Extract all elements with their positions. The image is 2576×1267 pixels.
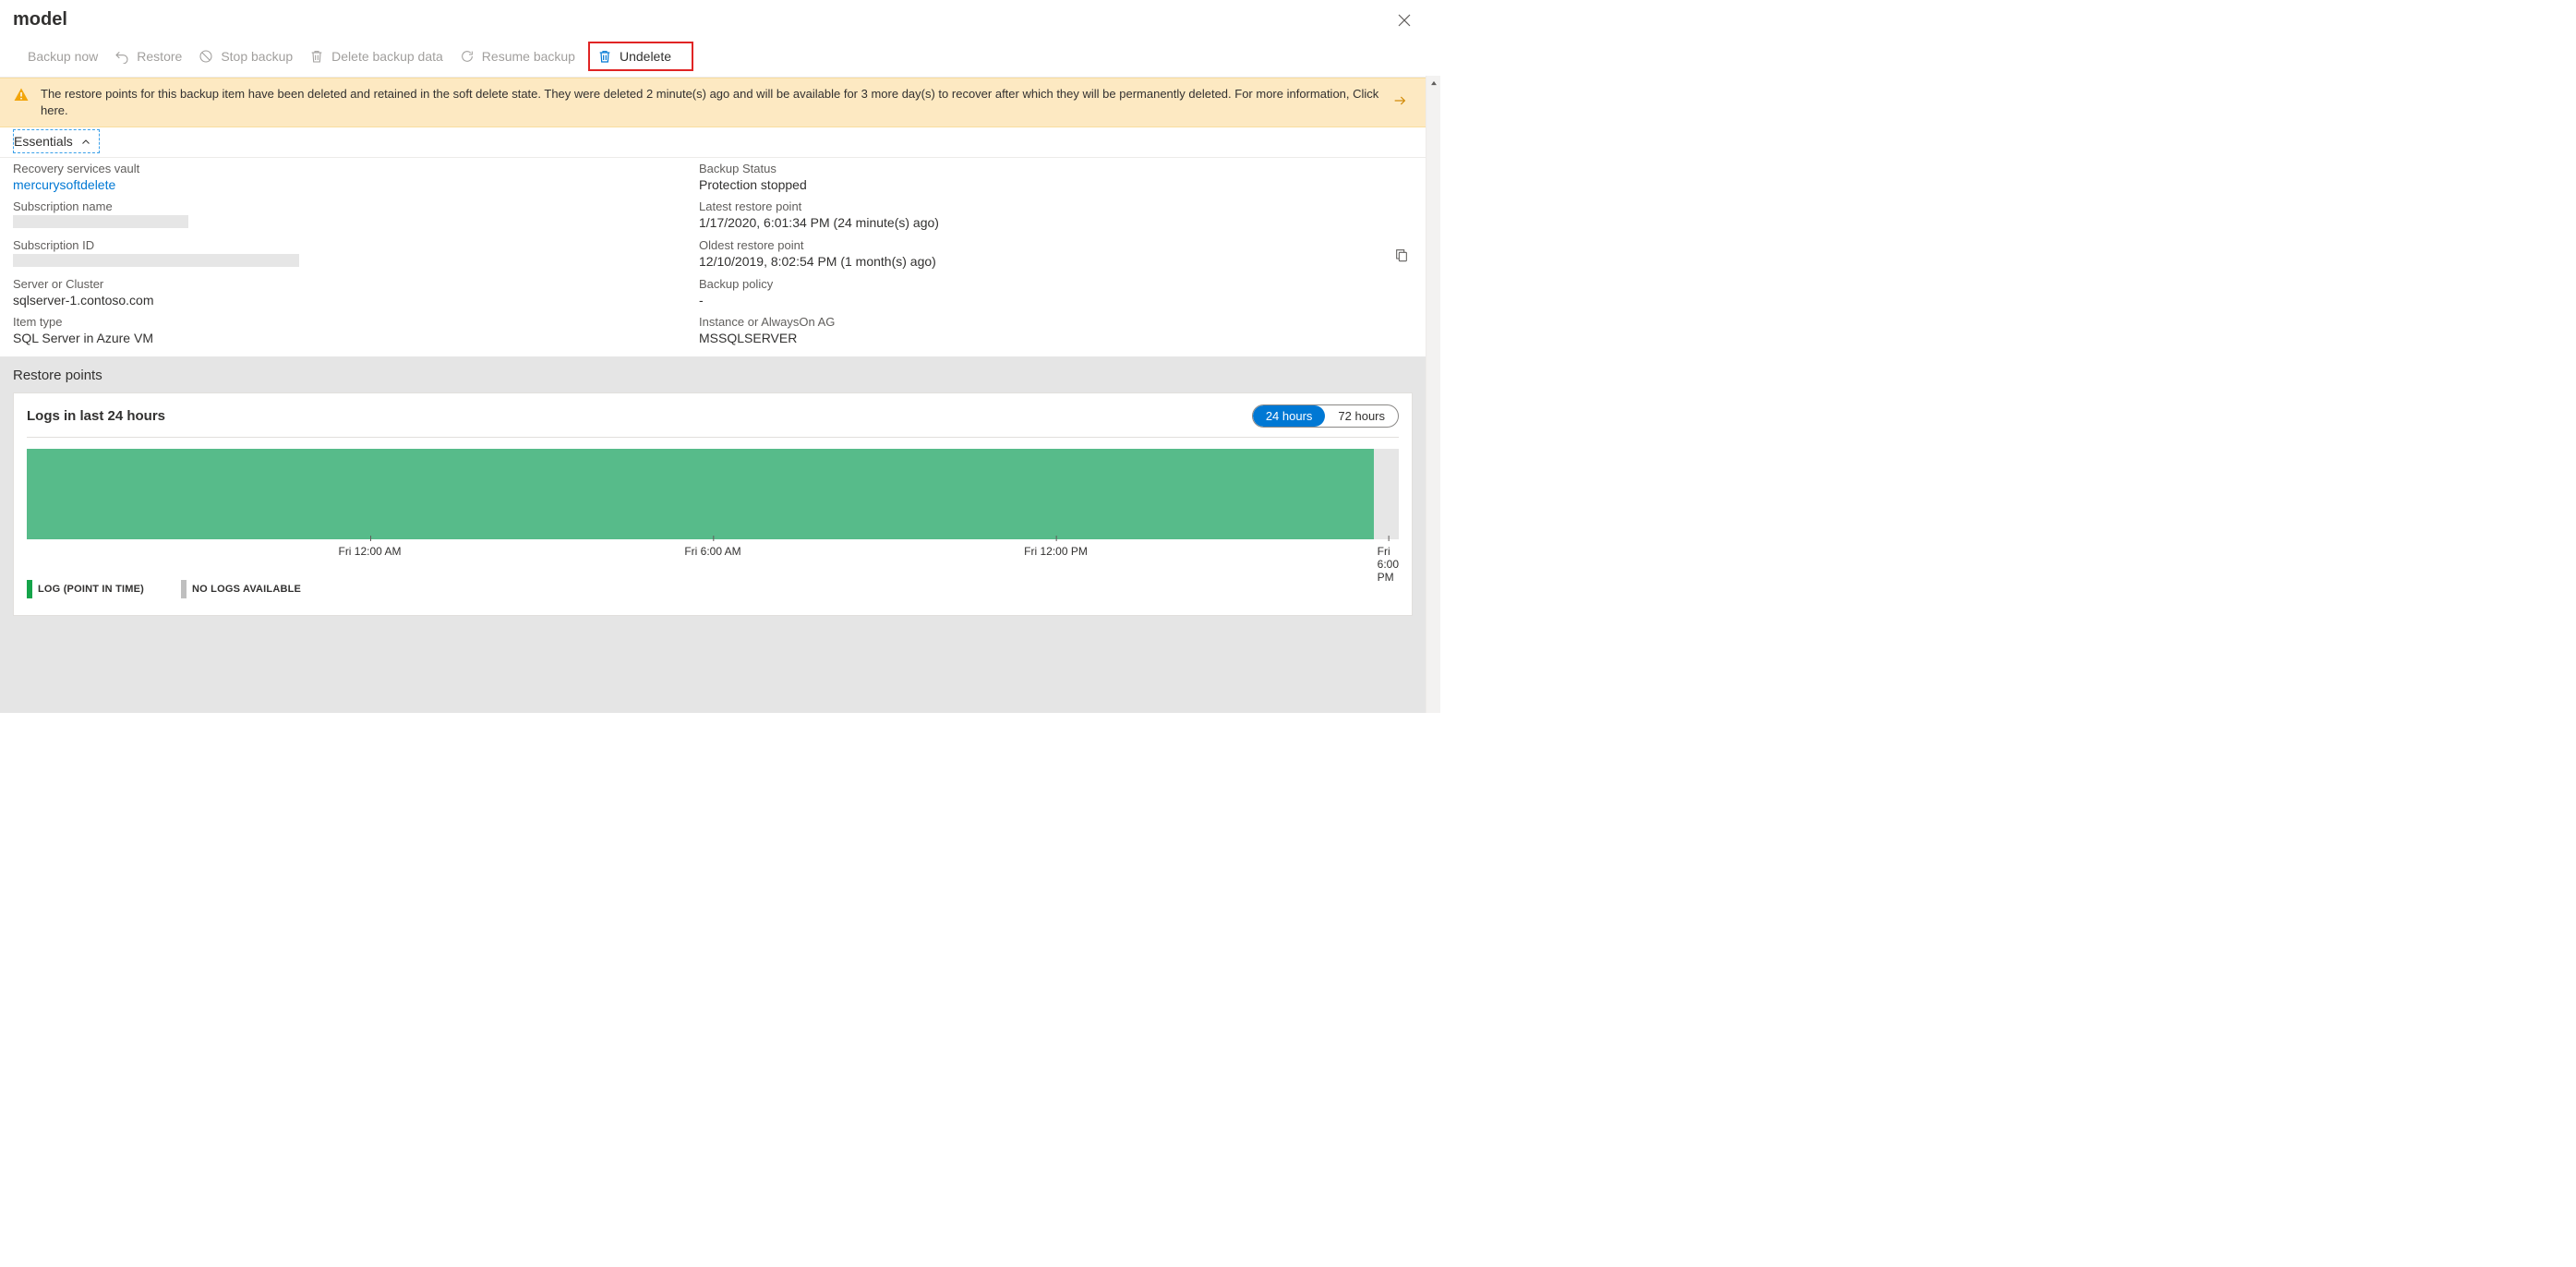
warning-icon xyxy=(13,87,30,103)
kv-item-type: Item type SQL Server in Azure VM xyxy=(13,315,699,347)
restore-button[interactable]: Restore xyxy=(111,45,189,67)
kv-server-cluster: Server or Cluster sqlserver-1.contoso.co… xyxy=(13,277,699,309)
kv-value: MSSQLSERVER xyxy=(699,331,1385,345)
range-24h-button[interactable]: 24 hours xyxy=(1253,405,1326,427)
legend-label: LOG (POINT IN TIME) xyxy=(38,584,144,595)
kv-label: Latest restore point xyxy=(699,199,1385,213)
legend-swatch xyxy=(27,580,32,598)
essentials-toggle[interactable]: Essentials xyxy=(13,129,100,153)
chart-x-ticks: Fri 12:00 AM Fri 6:00 AM Fri 12:00 PM Fr… xyxy=(27,545,1399,567)
undelete-label: Undelete xyxy=(620,49,671,64)
legend-label: NO LOGS AVAILABLE xyxy=(192,584,301,595)
kv-label: Subscription name xyxy=(13,199,699,213)
logs-card-title: Logs in last 24 hours xyxy=(27,408,165,424)
trash-icon xyxy=(597,49,612,64)
kv-value: SQL Server in Azure VM xyxy=(13,331,699,345)
chart-segment-log xyxy=(27,449,1374,539)
backup-now-label: Backup now xyxy=(28,49,98,64)
stop-backup-button[interactable]: Stop backup xyxy=(195,45,300,67)
kv-value: Protection stopped xyxy=(699,177,1385,192)
kv-label: Item type xyxy=(13,315,699,329)
copy-button[interactable] xyxy=(1385,238,1418,272)
essentials-grid: Recovery services vault mercurysoftdelet… xyxy=(0,162,1426,356)
undelete-button[interactable]: Undelete xyxy=(588,42,693,71)
x-tick: Fri 12:00 AM xyxy=(338,545,401,558)
kv-label: Recovery services vault xyxy=(13,162,699,175)
chevron-up-icon xyxy=(80,136,91,147)
essentials-label: Essentials xyxy=(14,134,73,149)
legend-swatch xyxy=(181,580,187,598)
resume-backup-label: Resume backup xyxy=(482,49,575,64)
soft-delete-banner: The restore points for this backup item … xyxy=(0,78,1426,127)
arrow-right-icon[interactable] xyxy=(1392,93,1407,113)
resume-backup-button[interactable]: Resume backup xyxy=(456,45,583,67)
kv-label: Subscription ID xyxy=(13,238,699,252)
kv-backup-status: Backup Status Protection stopped xyxy=(699,162,1385,194)
kv-backup-policy: Backup policy - xyxy=(699,277,1385,309)
kv-value: sqlserver-1.contoso.com xyxy=(13,293,699,308)
range-toggle: 24 hours 72 hours xyxy=(1252,404,1399,428)
range-72h-button[interactable]: 72 hours xyxy=(1325,405,1398,427)
x-tick: Fri 6:00 AM xyxy=(684,545,740,558)
kv-label: Backup Status xyxy=(699,162,1385,175)
scroll-up-icon[interactable] xyxy=(1426,76,1440,90)
redacted-value xyxy=(13,215,188,228)
delete-backup-data-label: Delete backup data xyxy=(331,49,443,64)
kv-oldest-restore-point: Oldest restore point 12/10/2019, 8:02:54… xyxy=(699,238,1385,272)
kv-subscription-name: Subscription name xyxy=(13,199,699,233)
kv-value: 12/10/2019, 8:02:54 PM (1 month(s) ago) xyxy=(699,254,1385,269)
kv-latest-restore-point: Latest restore point 1/17/2020, 6:01:34 … xyxy=(699,199,1385,233)
kv-label: Instance or AlwaysOn AG xyxy=(699,315,1385,329)
restore-label: Restore xyxy=(137,49,182,64)
kv-label: Oldest restore point xyxy=(699,238,1385,252)
close-icon[interactable] xyxy=(1396,12,1413,29)
stop-backup-label: Stop backup xyxy=(221,49,293,64)
backup-now-button[interactable]: Backup now xyxy=(24,45,105,67)
kv-value xyxy=(13,254,699,270)
legend-item-nologs: NO LOGS AVAILABLE xyxy=(181,580,301,598)
kv-value[interactable]: mercurysoftdelete xyxy=(13,177,699,192)
kv-value: 1/17/2020, 6:01:34 PM (24 minute(s) ago) xyxy=(699,215,1385,230)
kv-value xyxy=(13,215,699,231)
kv-label: Server or Cluster xyxy=(13,277,699,291)
kv-subscription-id: Subscription ID xyxy=(13,238,699,272)
chart-legend: LOG (POINT IN TIME) NO LOGS AVAILABLE xyxy=(27,580,1399,598)
kv-label: Backup policy xyxy=(699,277,1385,291)
x-tick: Fri 6:00 PM xyxy=(1378,545,1399,584)
legend-item-log: LOG (POINT IN TIME) xyxy=(27,580,144,598)
logs-timeline-chart[interactable] xyxy=(27,449,1399,539)
prohibit-icon xyxy=(199,49,213,64)
kv-value: - xyxy=(699,293,1385,308)
banner-message[interactable]: The restore points for this backup item … xyxy=(41,86,1381,119)
redacted-value xyxy=(13,254,299,267)
restore-points-section: Restore points Logs in last 24 hours 24 … xyxy=(0,356,1426,713)
chart-segment-empty xyxy=(1374,449,1399,539)
delete-backup-data-button[interactable]: Delete backup data xyxy=(306,45,451,67)
logs-card: Logs in last 24 hours 24 hours 72 hours … xyxy=(13,392,1413,616)
kv-recovery-vault: Recovery services vault mercurysoftdelet… xyxy=(13,162,699,194)
restore-points-title: Restore points xyxy=(13,368,1413,383)
page-title: model xyxy=(13,9,67,30)
undo-icon xyxy=(114,49,129,64)
toolbar: Backup now Restore Stop backup Delete ba… xyxy=(0,38,1426,78)
kv-instance-ag: Instance or AlwaysOn AG MSSQLSERVER xyxy=(699,315,1385,347)
x-tick: Fri 12:00 PM xyxy=(1024,545,1088,558)
trash-icon xyxy=(309,49,324,64)
scrollbar[interactable] xyxy=(1426,76,1440,713)
refresh-icon xyxy=(460,49,475,64)
